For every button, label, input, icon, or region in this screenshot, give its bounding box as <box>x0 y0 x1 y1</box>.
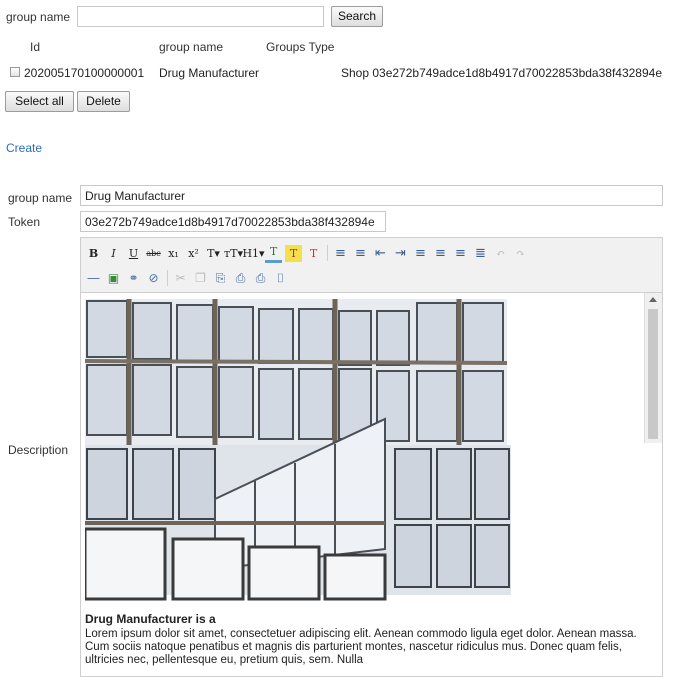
font-size-icon[interactable]: тT▾ <box>224 245 243 262</box>
row-group-name: Drug Manufacturer <box>159 66 260 80</box>
print-icon[interactable]: ⎙ <box>252 270 269 287</box>
image-icon[interactable]: ▣ <box>105 270 122 287</box>
align-center-icon[interactable]: ≡ <box>432 245 449 262</box>
scroll-up-icon[interactable] <box>649 297 657 302</box>
superscript-icon[interactable]: x² <box>185 245 202 262</box>
scroll-thumb[interactable] <box>648 309 658 439</box>
paste-text-icon[interactable]: ⎙ <box>232 270 249 287</box>
text-color-icon[interactable]: T <box>265 243 282 263</box>
content-heading: Drug Manufacturer is a <box>85 612 216 626</box>
copy-icon[interactable]: ❐ <box>192 270 209 287</box>
redo-icon[interactable]: ↷ <box>512 245 529 262</box>
column-header-groups-type: Groups Type <box>266 40 335 54</box>
highlight-icon[interactable]: T <box>285 244 302 262</box>
create-link[interactable]: Create <box>6 141 42 155</box>
editor-content-text: Drug Manufacturer is a Lorem ipsum dolor… <box>85 613 645 667</box>
description-editor[interactable]: Drug Manufacturer is a Lorem ipsum dolor… <box>80 292 663 677</box>
search-label: group name <box>6 10 71 24</box>
editor-scrollbar[interactable] <box>644 293 662 443</box>
heading-icon[interactable]: H1▾ <box>242 245 264 262</box>
editor-toolbar: B I Uabc x₁ x² T▾ тT▾ H1▾ T T T ≡ ≡ ⇤ ⇥ ≡ ≡ ≡ ≣ ↶ ↷ ― ▣ ⚭ ⊘ ✂ ❐ ⎘ ⎙… <box>80 237 663 293</box>
bold-icon[interactable]: B <box>85 245 102 262</box>
search-button[interactable]: Search <box>331 6 383 27</box>
group-name-field[interactable] <box>80 185 663 206</box>
token-field[interactable] <box>80 211 386 232</box>
strikethrough-icon[interactable]: abc <box>145 245 162 262</box>
toolbar-separator <box>167 270 168 286</box>
clear-format-icon[interactable]: T <box>305 245 322 262</box>
group-name-label: group name <box>8 191 73 205</box>
row-groups-type: Shop 03e272b749adce1d8b4917d70022853bda3… <box>341 66 662 80</box>
column-header-id: Id <box>30 40 41 54</box>
column-header-group-name: group name <box>159 40 224 54</box>
toolbar-row-2: ― ▣ ⚭ ⊘ ✂ ❐ ⎘ ⎙ ⎙ ⌷ <box>81 266 292 290</box>
cut-icon[interactable]: ✂ <box>172 270 189 287</box>
delete-button[interactable]: Delete <box>77 91 130 112</box>
paste-icon[interactable]: ⎘ <box>212 270 229 287</box>
content-paragraph: Lorem ipsum dolor sit amet, consectetuer… <box>85 628 637 666</box>
justify-icon[interactable]: ≣ <box>472 245 489 262</box>
subscript-icon[interactable]: x₁ <box>165 245 182 262</box>
align-left-icon[interactable]: ≡ <box>412 245 429 262</box>
indent-icon[interactable]: ⇥ <box>392 245 409 262</box>
token-label: Token <box>8 215 41 229</box>
select-all-button[interactable]: Select all <box>5 91 74 112</box>
source-icon[interactable]: ⌷ <box>272 270 289 287</box>
building-image <box>85 299 511 601</box>
row-checkbox[interactable] <box>10 67 20 77</box>
unlink-icon[interactable]: ⊘ <box>145 270 162 287</box>
undo-icon[interactable]: ↶ <box>492 245 509 262</box>
link-icon[interactable]: ⚭ <box>125 270 142 287</box>
search-input[interactable] <box>77 6 324 27</box>
toolbar-row-1: B I Uabc x₁ x² T▾ тT▾ H1▾ T T T ≡ ≡ ⇤ ⇥ ≡ ≡ ≡ ≣ ↶ ↷ <box>81 241 532 265</box>
description-label: Description <box>8 443 69 457</box>
row-id: 202005170100000001 <box>24 66 145 80</box>
bullet-list-icon[interactable]: ≡ <box>332 245 349 262</box>
underline-icon[interactable]: U <box>125 245 142 262</box>
align-right-icon[interactable]: ≡ <box>452 245 469 262</box>
italic-icon[interactable]: I <box>105 245 122 262</box>
numbered-list-icon[interactable]: ≡ <box>352 245 369 262</box>
font-icon[interactable]: T▾ <box>205 245 222 262</box>
toolbar-separator <box>327 245 328 261</box>
horizontal-rule-icon[interactable]: ― <box>85 270 102 287</box>
outdent-icon[interactable]: ⇤ <box>372 245 389 262</box>
